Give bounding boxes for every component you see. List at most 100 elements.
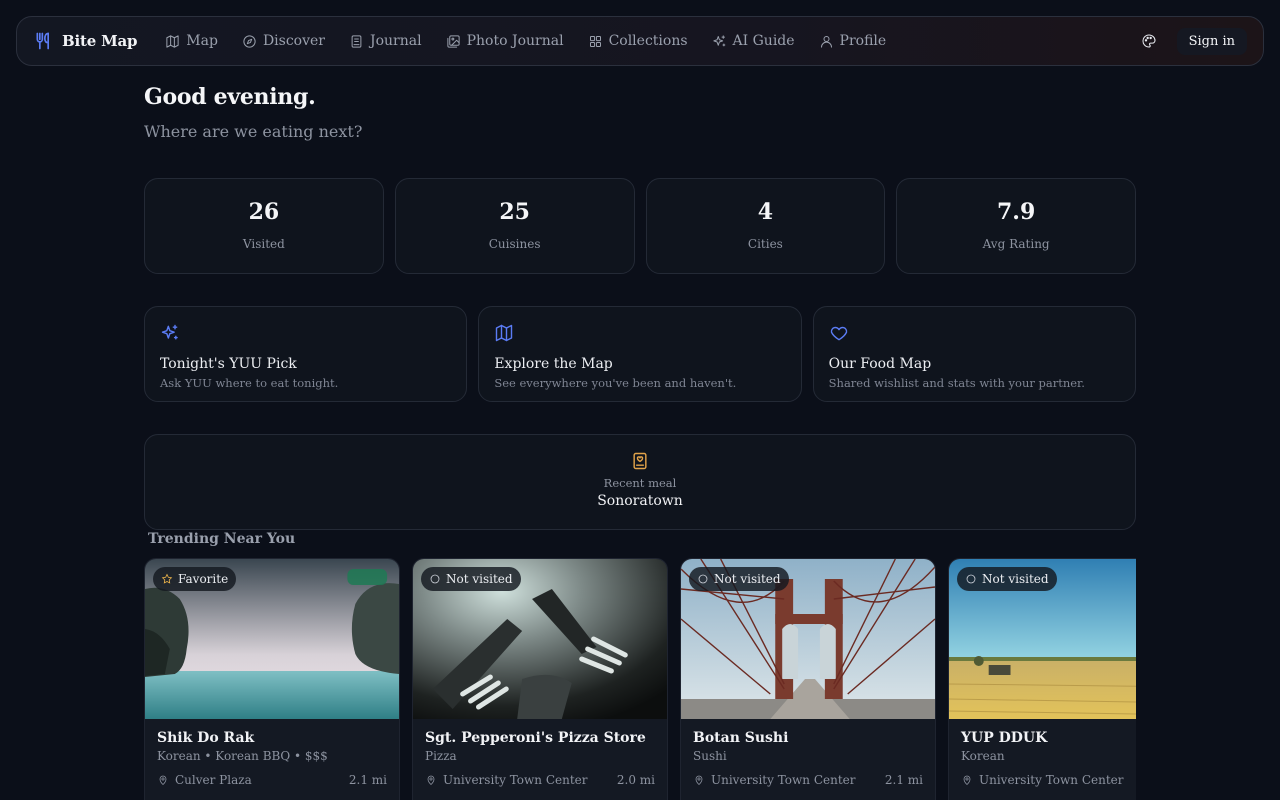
location-label: University Town Center (979, 773, 1124, 787)
nav-right: Sign in (1135, 27, 1247, 55)
restaurant-card[interactable]: Favorite Shik Do Rak Korean • Korean BBQ… (144, 558, 400, 800)
restaurant-meta: Sushi (693, 749, 727, 763)
nav-item-photo-journal[interactable]: Photo Journal (438, 24, 572, 58)
visit-status-badge: Not visited (957, 567, 1057, 591)
restaurant-distance: 2.0 mi (616, 773, 655, 787)
action-title: Tonight's YUU Pick (160, 356, 297, 372)
recent-meal-label: Recent meal (603, 476, 677, 490)
trending-cards: Favorite Shik Do Rak Korean • Korean BBQ… (144, 558, 1136, 800)
map-icon (496, 324, 513, 342)
restaurant-meta: Pizza (425, 749, 457, 763)
circle-icon (966, 574, 976, 584)
circle-icon (430, 574, 440, 584)
sparkles-icon (161, 324, 178, 340)
restaurant-name: Botan Sushi (693, 730, 789, 746)
nav-item-profile[interactable]: Profile (811, 24, 895, 58)
restaurant-location: Culver Plaza (157, 773, 252, 787)
restaurant-location: University Town Center (425, 773, 588, 787)
nav-item-label: Profile (839, 33, 887, 49)
stat-card-visited[interactable]: 26 Visited (144, 178, 384, 274)
stat-value: 7.9 (996, 199, 1036, 225)
map-icon (166, 34, 179, 48)
stat-label: Cities (747, 237, 783, 251)
restaurant-distance: 2.1 mi (884, 773, 923, 787)
visit-status-badge: Favorite (153, 567, 237, 591)
section-title-trending: Trending Near You (148, 531, 296, 547)
nav-item-label: Collections (608, 33, 688, 49)
circle-icon (698, 574, 708, 584)
stat-label: Cuisines (488, 237, 541, 251)
location-label: University Town Center (443, 773, 588, 787)
stat-label: Avg Rating (982, 237, 1050, 251)
fork-knife-icon (36, 32, 50, 50)
nav-item-label: Map (186, 33, 218, 49)
stat-card-avg-rating[interactable]: 7.9 Avg Rating (896, 178, 1136, 274)
restaurant-location: University Town Center (961, 773, 1124, 787)
restaurant-card[interactable]: Not visited Botan Sushi Sushi University… (680, 558, 936, 800)
nav-item-collections[interactable]: Collections (580, 24, 696, 58)
stat-value: 26 (248, 199, 280, 225)
map-pin-icon (695, 775, 703, 786)
page-title: Good evening. (144, 84, 316, 110)
restaurant-card[interactable]: Not visited YUP DDUK Korean University T… (948, 558, 1136, 800)
action-title: Explore the Map (494, 356, 613, 372)
visit-status-badge: Not visited (421, 567, 521, 591)
nav-item-label: AI Guide (732, 33, 795, 49)
badge-label: Not visited (714, 572, 781, 586)
nav-item-map[interactable]: Map (157, 24, 226, 58)
stat-label: Visited (242, 237, 285, 251)
visit-status-badge: Not visited (689, 567, 789, 591)
action-card-our-food-map[interactable]: Our Food Map Shared wishlist and stats w… (812, 306, 1136, 402)
heart-icon (830, 326, 847, 341)
stat-card-cities[interactable]: 4 Cities (645, 178, 886, 274)
restaurant-name: Sgt. Pepperoni's Pizza Store (425, 730, 646, 746)
badge-label: Not visited (446, 572, 513, 586)
grid-icon (589, 35, 601, 47)
restaurant-location: University Town Center (693, 773, 856, 787)
stat-card-cuisines[interactable]: 25 Cuisines (394, 178, 635, 274)
nav-item-discover[interactable]: Discover (234, 24, 333, 58)
nav-item-label: Journal (370, 33, 422, 49)
restaurant-distance: 2.1 mi (348, 773, 387, 787)
sparkles-icon (712, 34, 725, 46)
image-icon (446, 34, 460, 48)
action-card-explore-map[interactable]: Explore the Map See everywhere you've be… (478, 306, 802, 402)
action-card-yuu-pick[interactable]: Tonight's YUU Pick Ask YUU where to eat … (144, 306, 468, 402)
action-description: See everywhere you've been and haven't. (494, 376, 737, 390)
action-description: Ask YUU where to eat tonight. (160, 376, 339, 390)
nav-item-label: Discover (262, 33, 325, 49)
brand-logo[interactable]: Bite Map (34, 31, 137, 51)
map-pin-icon (159, 775, 167, 786)
stat-value: 4 (757, 199, 774, 225)
recent-meal-card[interactable]: Recent meal Sonoratown (144, 434, 1136, 530)
book-icon (351, 34, 362, 48)
badge-label: Favorite (178, 572, 229, 586)
badge-label: Not visited (982, 572, 1049, 586)
star-icon (161, 573, 173, 584)
user-icon (820, 35, 832, 48)
brand-name: Bite Map (62, 32, 138, 50)
quick-actions: Tonight's YUU Pick Ask YUU where to eat … (144, 306, 1136, 402)
restaurant-meta: Korean • Korean BBQ • $$$ (157, 749, 328, 763)
restaurant-meta: Korean (961, 749, 1005, 763)
theme-toggle-button[interactable] (1135, 27, 1163, 55)
palette-icon (1142, 34, 1156, 48)
map-pin-icon (963, 775, 971, 786)
stats-row: 26 Visited 25 Cuisines 4 Cities 7.9 Avg … (144, 178, 1136, 274)
compass-icon (243, 34, 256, 48)
restaurant-name: YUP DDUK (961, 730, 1048, 746)
sign-in-button[interactable]: Sign in (1176, 27, 1247, 55)
location-label: University Town Center (711, 773, 856, 787)
nav-item-ai-guide[interactable]: AI Guide (704, 24, 803, 58)
stat-value: 25 (499, 199, 530, 225)
page-subtitle: Where are we eating next? (144, 122, 363, 141)
action-title: Our Food Map (828, 356, 932, 372)
nav-item-label: Photo Journal (466, 33, 564, 49)
restaurant-name: Shik Do Rak (157, 730, 255, 746)
restaurant-card[interactable]: Not visited Sgt. Pepperoni's Pizza Store… (412, 558, 668, 800)
nav-item-journal[interactable]: Journal (341, 24, 430, 58)
journal-heart-icon (633, 452, 647, 470)
map-pin-icon (427, 775, 435, 786)
location-label: Culver Plaza (175, 773, 252, 787)
top-navbar: Bite Map Map Discover Journal Photo Jour… (16, 16, 1264, 66)
